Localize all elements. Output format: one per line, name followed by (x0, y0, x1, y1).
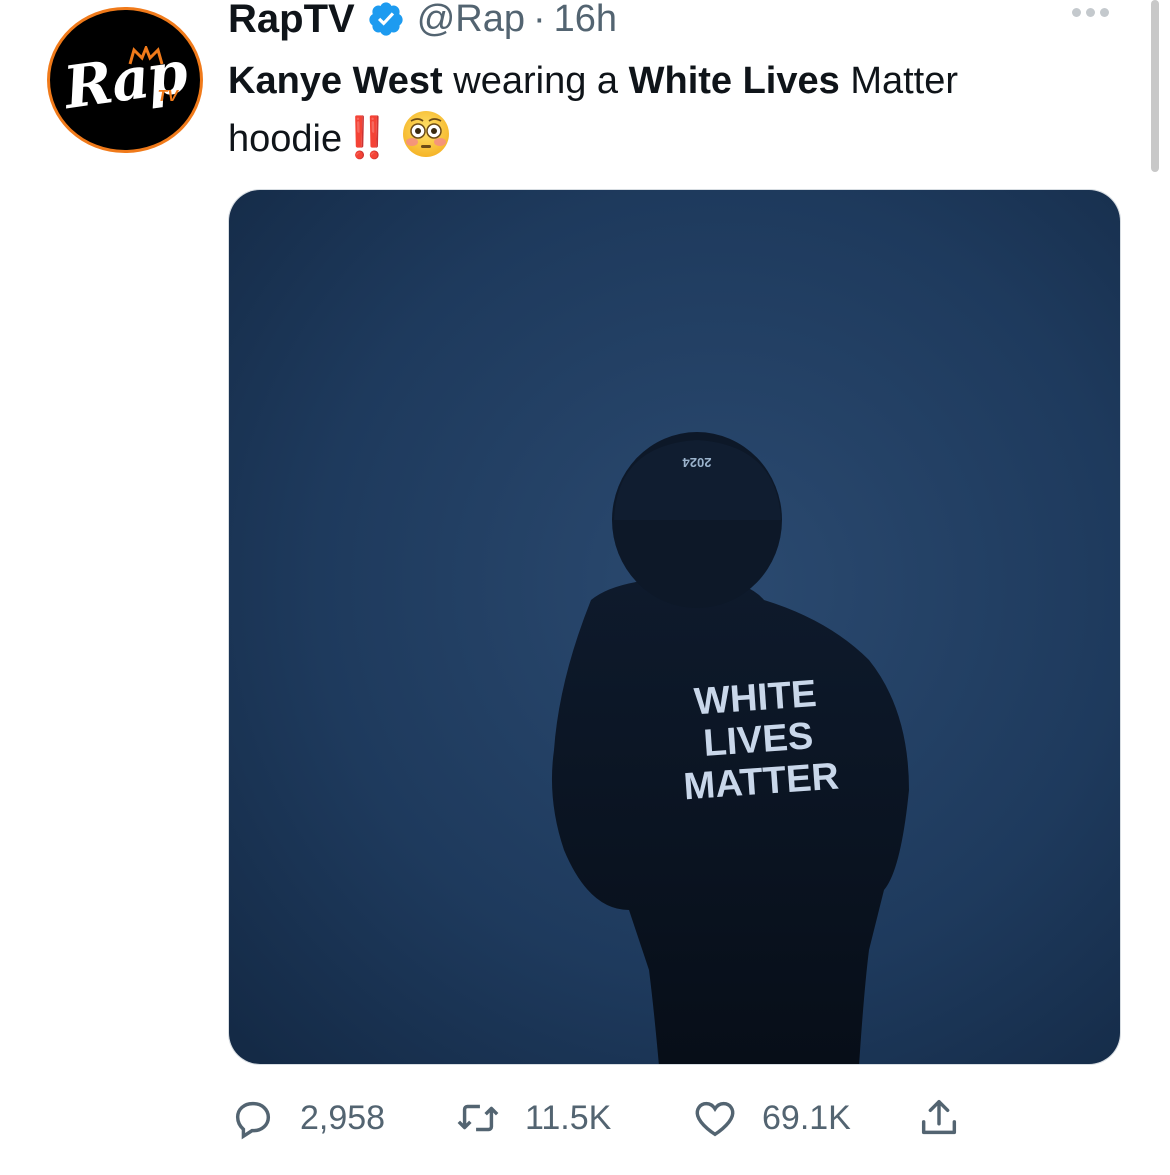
avatar[interactable]: Rap TV (47, 7, 203, 153)
retweet-count: 11.5K (525, 1098, 612, 1137)
share-upload-icon (921, 1099, 957, 1135)
timestamp[interactable]: 16h (554, 0, 617, 41)
more-dot (1072, 8, 1081, 17)
reply-count: 2,958 (300, 1098, 386, 1137)
flushed-face-emoji (402, 111, 449, 157)
like-button[interactable]: 69.1K (692, 1090, 851, 1146)
tweet-text-plain-1: wearing a (442, 60, 629, 102)
hat-text: 2024 (682, 455, 712, 470)
more-dot (1086, 8, 1095, 17)
avatar-logo-text: Rap (60, 37, 190, 123)
tweet-media-image[interactable]: 2024 WHITE LIVES MATTER (228, 189, 1121, 1065)
share-button[interactable] (916, 1090, 962, 1146)
reply-bubble-icon (235, 1101, 271, 1140)
tweet-text-bold-2: White Lives (628, 60, 840, 102)
tweet-header: RapTV @Rap · 16h (228, 0, 617, 44)
double-exclamation-emoji: ‼️ (342, 116, 392, 160)
retweet-icon (457, 1104, 499, 1132)
heart-icon (695, 1101, 735, 1137)
tweet-actions: 2,958 11.5K 69.1K (230, 1090, 990, 1146)
tweet-text: Kanye West wearing a White Lives Matter … (228, 53, 1128, 167)
tweet-text-bold-1: Kanye West (228, 60, 443, 102)
more-dot (1100, 8, 1109, 17)
reply-button[interactable]: 2,958 (230, 1090, 385, 1146)
more-dots-icon[interactable] (1072, 8, 1109, 17)
handle[interactable]: @Rap (417, 0, 525, 41)
scrollbar[interactable] (1151, 0, 1159, 172)
retweet-button[interactable]: 11.5K (455, 1090, 611, 1146)
like-count: 69.1K (762, 1098, 851, 1137)
display-name[interactable]: RapTV (228, 0, 355, 42)
media-illustration: 2024 WHITE LIVES MATTER (229, 190, 1120, 1064)
verified-badge-icon (369, 2, 403, 36)
separator-dot: · (532, 0, 546, 40)
avatar-logo-sub: TV (157, 88, 178, 105)
